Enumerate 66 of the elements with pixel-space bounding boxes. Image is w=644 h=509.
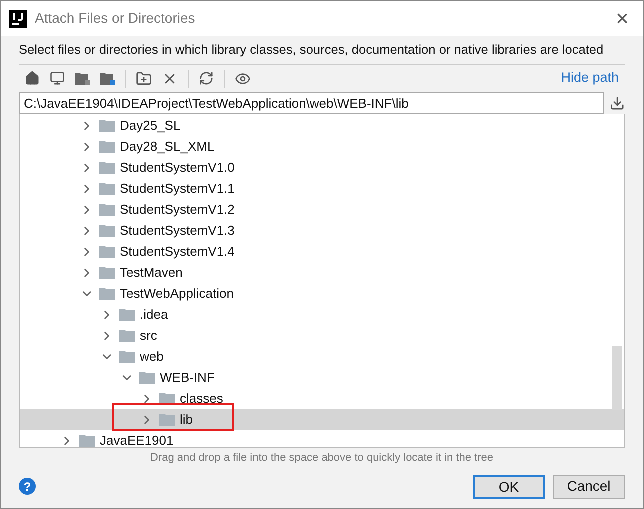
folder-icon: [139, 371, 155, 384]
hide-path-link[interactable]: Hide path: [561, 68, 619, 89]
tree-row[interactable]: Day25_SL: [20, 115, 624, 136]
home-icon[interactable]: [25, 71, 40, 86]
tree-row[interactable]: TestMaven: [20, 262, 624, 283]
folder-name: TestMaven: [120, 264, 183, 282]
folder-name: src: [140, 326, 158, 345]
folder-icon: [99, 224, 115, 237]
folder-name: StudentSystemV1.3: [120, 222, 235, 240]
folder-name: JavaEE1901: [100, 432, 174, 447]
tree-row[interactable]: Day28_SL_XML: [20, 136, 624, 157]
tree-row[interactable]: StudentSystemV1.2: [20, 199, 624, 220]
tree-row[interactable]: src: [20, 325, 624, 346]
refresh-icon[interactable]: [199, 71, 214, 86]
close-button[interactable]: ×: [610, 8, 635, 30]
dialog-button[interactable]: Cancel: [553, 474, 625, 498]
folder-icon: [99, 140, 115, 153]
tree-row[interactable]: classes: [20, 388, 624, 409]
folder-name: classes: [180, 390, 224, 408]
folder-name: StudentSystemV1.1: [120, 180, 235, 198]
new-folder-icon[interactable]: [136, 70, 152, 86]
tree-row[interactable]: lib: [20, 409, 624, 430]
download-icon[interactable]: [610, 96, 625, 110]
tree-row[interactable]: WEB-INF: [20, 367, 624, 388]
tree-row[interactable]: web: [20, 346, 624, 367]
tree-row[interactable]: StudentSystemV1.3: [20, 220, 624, 241]
help-button[interactable]: ?: [19, 478, 36, 495]
folder-icon[interactable]: [100, 72, 115, 85]
folder-name: StudentSystemV1.2: [120, 200, 235, 219]
folder-icon: [119, 308, 135, 321]
eye-icon[interactable]: [235, 70, 251, 86]
folder-name: StudentSystemV1.4: [120, 242, 235, 261]
tree-row[interactable]: TestWebApplication: [20, 283, 624, 304]
tree-row[interactable]: StudentSystemV1.4: [20, 241, 624, 262]
folder-icon: [159, 413, 175, 426]
folder-name: web: [140, 348, 164, 366]
path-field[interactable]: C:\JavaEE1904\IDEAProject\TestWebApplication\web\WEB-INF\lib: [19, 92, 604, 114]
folder-icon: [99, 161, 115, 174]
folder-name: TestWebApplication: [120, 284, 234, 303]
folder-name: .idea: [140, 306, 168, 324]
hint-text: Drag and drop a file into the space above to quickly locate it in the tree: [149, 451, 495, 466]
folder-name: Day28_SL_XML: [120, 138, 215, 156]
folder-icon: [119, 329, 135, 342]
folder-icon: [99, 119, 115, 132]
folder-icon: [99, 203, 115, 216]
folder-icon: [99, 182, 115, 195]
folder-name: WEB-INF: [160, 368, 215, 387]
folder-icon: [99, 287, 115, 300]
folder-icon: [99, 266, 115, 279]
tree-row[interactable]: .idea: [20, 304, 624, 325]
app-logo-icon: [9, 10, 27, 28]
folder-icon: [99, 245, 115, 258]
desktop-icon[interactable]: [50, 71, 65, 86]
window-title: Attach Files or Directories: [35, 9, 196, 28]
dialog-button[interactable]: OK: [473, 474, 545, 498]
folder-icon[interactable]: [75, 72, 90, 85]
folder-icon: [79, 434, 95, 447]
scrollbar-thumb[interactable]: [612, 346, 622, 410]
tree-row[interactable]: JavaEE1901: [20, 430, 624, 447]
instruction-text: Select files or directories in which library classes, sources, documentation or native libraries are located: [19, 41, 625, 65]
tree-row[interactable]: StudentSystemV1.0: [20, 157, 624, 178]
folder-name: lib: [180, 410, 194, 429]
tree-row[interactable]: StudentSystemV1.1: [20, 178, 624, 199]
folder-icon: [119, 350, 135, 363]
folder-name: Day25_SL: [120, 116, 181, 135]
folder-name: StudentSystemV1.0: [120, 158, 235, 177]
